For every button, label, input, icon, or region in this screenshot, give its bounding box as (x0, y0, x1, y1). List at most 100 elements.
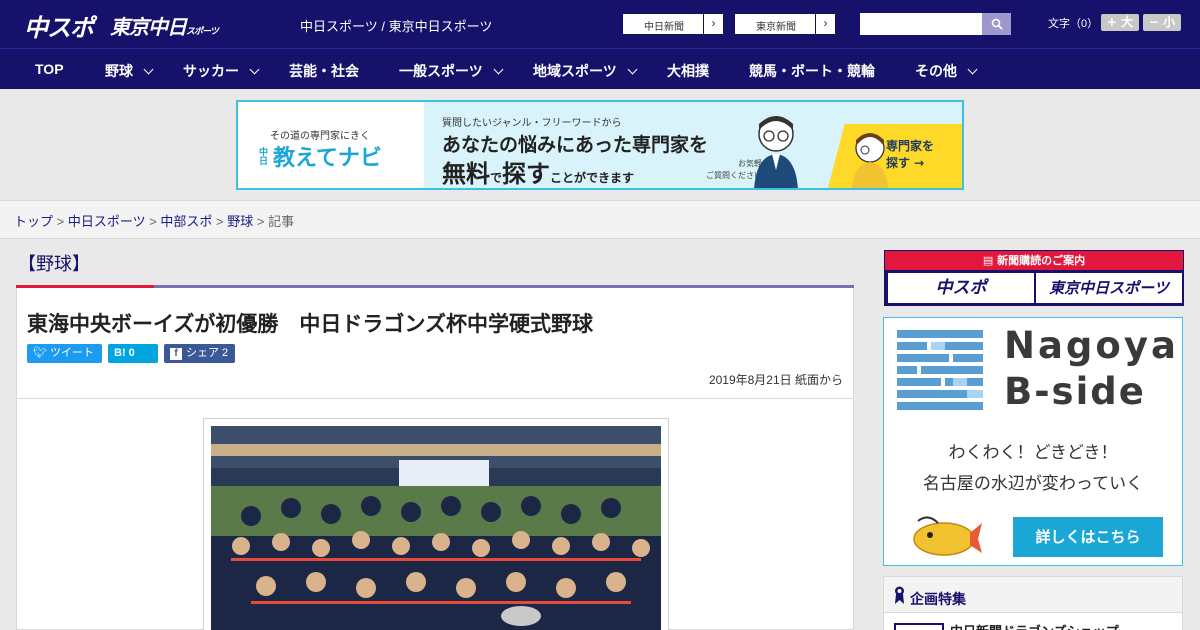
oshiete-navi-banner[interactable]: その道の専門家にきく 中日 教えてナビ 質問したいジャンル・フリーワードから あな… (236, 100, 964, 190)
nav-item-local-sports[interactable]: 地域スポーツ (533, 61, 638, 81)
nav-label: 地域スポーツ (533, 63, 617, 79)
chevron-down-icon (967, 64, 978, 75)
tokyo-shimbun-button[interactable]: 東京新聞 › (734, 13, 836, 35)
top-header: 中スポ 東京中日スポーツ 中日スポーツ / 東京中日スポーツ 中日新聞 › 東京… (0, 0, 1200, 48)
tokyo-chunichi-logo-text: 東京中日 (110, 15, 187, 39)
oshiete-navi-logo: 中日 教えてナビ (256, 140, 395, 172)
article-dateline: 2019年8月21日 紙面から (708, 373, 843, 387)
banner-de: で (490, 171, 503, 185)
chevron-right-icon: › (703, 14, 723, 34)
tweet-button[interactable]: 🐦︎ ツイート (27, 344, 102, 363)
chevron-down-icon (249, 64, 260, 75)
article-card: 東海中央ボーイズが初優勝 中日ドラゴンズ杯中学硬式野球 🐦︎ ツイート B! 0… (16, 288, 854, 630)
nav-label: サッカー (183, 63, 239, 79)
nav-label: 一般スポーツ (399, 63, 483, 79)
search-button[interactable] (982, 13, 1011, 35)
banner-logo-panel: その道の専門家にきく 中日 教えてナビ (238, 102, 424, 188)
banner-subtitle: 質問したいジャンル・フリーワードから (442, 118, 622, 129)
subscribe-chuspo-link[interactable]: 中スポ (888, 273, 1034, 303)
breadcrumb-bar: トップ > 中日スポーツ > 中部スポ > 野球 > 記事 (0, 200, 1200, 239)
bside-title-bside: B-side (1004, 370, 1146, 413)
twitter-bird-icon: 🐦︎ (33, 347, 51, 359)
breadcrumb-current: 記事 (268, 214, 295, 229)
newspaper-icon: ▤ (982, 254, 998, 267)
chevron-down-icon (627, 64, 638, 75)
facebook-share-button[interactable]: f シェア 2 (164, 344, 235, 363)
bside-learn-more-button[interactable]: 詳しくはこちら (1013, 517, 1163, 557)
dragons-shop-link[interactable]: 中日新聞ドラゴンズショップ (950, 621, 1119, 630)
chevron-down-icon (143, 64, 154, 75)
article-photo-frame (203, 418, 669, 630)
search-icon (991, 18, 1003, 30)
breadcrumb-link-baseball[interactable]: 野球 (227, 214, 253, 229)
photo-illustration (211, 426, 661, 630)
nav-label: その他 (915, 63, 957, 79)
ribbon-icon (895, 586, 904, 604)
breadcrumb-link-chubu-spo[interactable]: 中部スポ (160, 214, 212, 229)
banner-logo-text: 教えてナビ (273, 146, 382, 171)
nav-item-top[interactable]: TOP (35, 61, 64, 77)
chevron-down-icon (493, 64, 504, 75)
article-headline: 東海中央ボーイズが初優勝 中日ドラゴンズ杯中学硬式野球 (27, 312, 593, 336)
article-category: 【野球】 (18, 254, 90, 274)
nav-item-general-sports[interactable]: 一般スポーツ (399, 61, 504, 81)
site-name[interactable]: 中日スポーツ / 東京中日スポーツ (300, 16, 492, 35)
tokyo-chunichi-logo-small: スポーツ (186, 27, 219, 37)
ebifry-mascot-icon (913, 516, 982, 556)
expert-illustration (754, 116, 798, 188)
nav-item-baseball[interactable]: 野球 (105, 61, 154, 81)
banner-can: ことができます (550, 171, 635, 185)
subscription-header-label: 新聞購読のご案内 (997, 254, 1086, 267)
banner-free: 無料 (442, 160, 490, 188)
breadcrumb-separator: > (145, 214, 161, 229)
banner-search: 探す (502, 160, 551, 188)
find-expert-button[interactable]: 専門家を探す → (828, 124, 962, 188)
tokyo-chunichi-logo[interactable]: 東京中日スポーツ (110, 11, 219, 40)
chuspo-logo[interactable]: 中スポ (24, 8, 94, 43)
breadcrumb: トップ > 中日スポーツ > 中部スポ > 野球 > 記事 (14, 211, 294, 230)
dragons-shop-thumbnail[interactable] (894, 623, 944, 630)
special-features-header: 企画特集 (884, 577, 1182, 613)
nav-label: 野球 (105, 63, 133, 79)
font-smaller-button[interactable]: − 小 (1143, 14, 1181, 31)
nav-item-sumo[interactable]: 大相撲 (667, 61, 709, 81)
facebook-icon: f (170, 348, 182, 360)
tweet-label: ツイート (50, 347, 95, 359)
banner-logo-small: 中日 (257, 147, 267, 165)
subscription-box: ▤ 新聞購読のご案内 中スポ 東京中日スポーツ (884, 250, 1184, 306)
nav-item-entertainment[interactable]: 芸能・社会 (289, 61, 359, 81)
hatena-bookmark-button[interactable]: B! 0 (108, 344, 158, 363)
chevron-right-icon: › (815, 14, 835, 34)
special-features-box: 企画特集 中日新聞ドラゴンズショップ (883, 576, 1183, 630)
banner-headline-1: あなたの悩みにあった専門家を (442, 134, 709, 156)
banner-headline-2: 無料で探すことができます (442, 154, 635, 188)
breadcrumb-link-top[interactable]: トップ (14, 214, 53, 229)
font-size-label: 文字（0） (1048, 18, 1099, 30)
nav-item-racing[interactable]: 競馬・ボート・競輪 (749, 61, 875, 81)
font-larger-button[interactable]: + 大 (1101, 14, 1139, 31)
breadcrumb-separator: > (212, 214, 228, 229)
breadcrumb-separator: > (53, 214, 68, 229)
article-divider (17, 398, 853, 399)
search-input[interactable] (860, 13, 982, 35)
find-expert-label: 専門家を探す → (886, 138, 934, 172)
cta-line-2: 探す → (886, 156, 925, 170)
special-features-title: 企画特集 (910, 592, 966, 608)
breadcrumb-link-chunichi-sports[interactable]: 中日スポーツ (68, 214, 146, 229)
team-celebration-photo[interactable] (211, 426, 661, 630)
nav-label: 大相撲 (667, 63, 709, 79)
subscribe-tokyo-chunichi-link[interactable]: 東京中日スポーツ (1036, 273, 1182, 303)
cta-line-1: 専門家を (886, 139, 935, 153)
bside-title-nagoya: Nagoya (1004, 324, 1179, 367)
nav-label: TOP (35, 61, 64, 77)
main-nav: TOP 野球 サッカー 芸能・社会 一般スポーツ 地域スポーツ 大相撲 競馬・ボ… (0, 48, 1200, 89)
bside-logo-graphic (897, 330, 983, 410)
nagoya-bside-ad[interactable]: Nagoya B-side わくわく！どきどき！ 名古屋の水辺が変わっていく 詳… (883, 317, 1183, 566)
chunichi-shimbun-button[interactable]: 中日新聞 › (622, 13, 724, 35)
breadcrumb-separator: > (253, 214, 269, 229)
share-label: シェア 2 (186, 347, 229, 359)
nav-item-soccer[interactable]: サッカー (183, 61, 260, 81)
bside-tagline-2: 名古屋の水辺が変わっていく (922, 474, 1144, 494)
nav-item-other[interactable]: その他 (915, 61, 978, 81)
bside-tagline-1: わくわく！どきどき！ (948, 443, 1118, 463)
